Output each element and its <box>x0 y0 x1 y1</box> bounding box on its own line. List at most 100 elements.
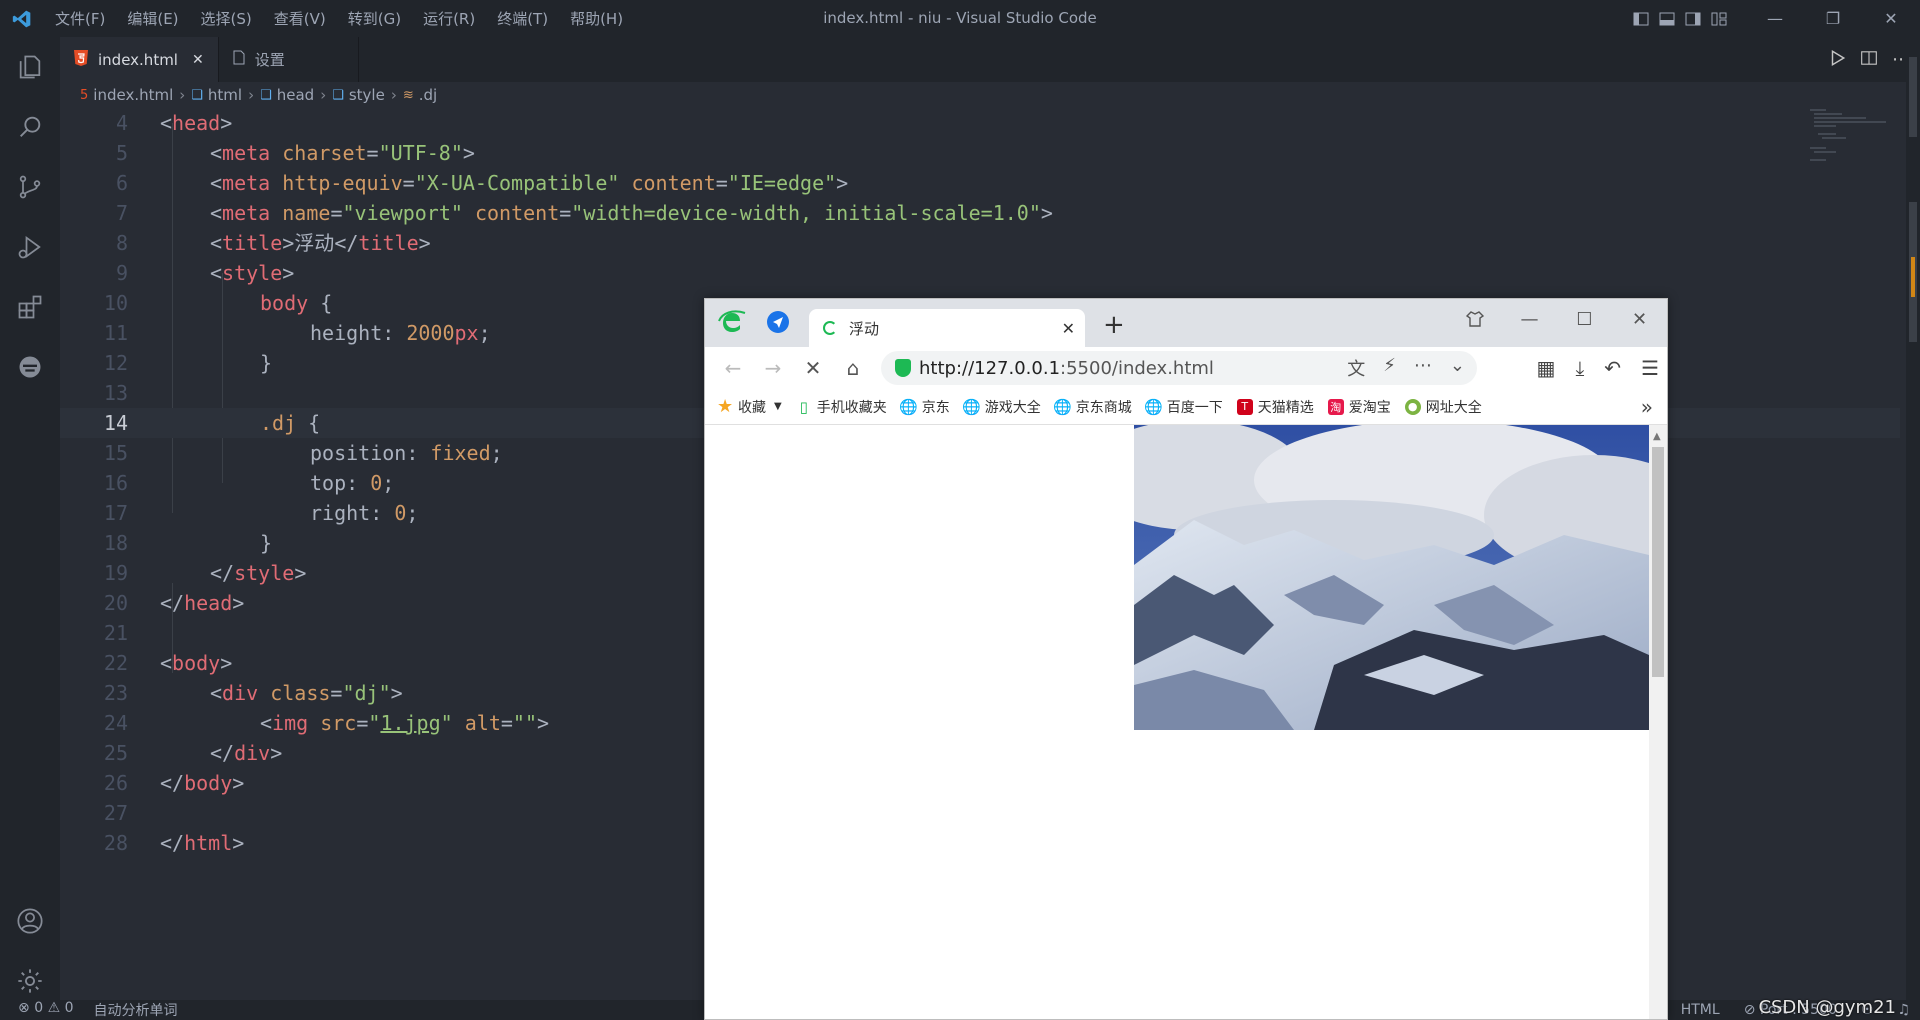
code-line: 7 <meta name="viewport" content="width=de… <box>60 198 1900 228</box>
menu-file[interactable]: 文件(F) <box>44 8 116 29</box>
problems-indicator[interactable]: ⊗ 0 ⚠ 0 <box>18 1000 74 1020</box>
bookmarks-overflow-button[interactable]: » <box>1641 395 1653 419</box>
scrollbar-thumb[interactable] <box>1652 447 1664 677</box>
minimize-button[interactable]: — <box>1746 0 1804 37</box>
chevron-right-icon: › <box>248 86 255 104</box>
menu-selection[interactable]: 选择(S) <box>190 8 263 29</box>
breadcrumb-item[interactable]: index.html <box>93 86 173 104</box>
extensions-icon[interactable] <box>0 277 60 337</box>
minimap[interactable] <box>1806 108 1896 168</box>
language-mode[interactable]: HTML <box>1681 1002 1720 1018</box>
html5-icon: 5 <box>80 87 89 103</box>
translate-icon[interactable]: 文 <box>1347 355 1365 381</box>
browser-tab-title: 浮动 <box>849 319 880 338</box>
bookmark-item[interactable]: ▯ 手机收藏夹 <box>796 397 887 417</box>
back-icon[interactable]: ← <box>713 356 753 380</box>
browser-toolbar: ← → ✕ ⌂ http://127.0.0.1:5500/index.html… <box>705 347 1667 389</box>
browser-tabstrip: 浮动 ✕ + — ☐ ✕ <box>705 299 1667 347</box>
breadcrumb-item[interactable]: style <box>349 86 385 104</box>
browser-window: 浮动 ✕ + — ☐ ✕ ← → ✕ ⌂ http://127.0.0.1:55… <box>704 298 1668 1020</box>
line-number: 4 <box>115 111 128 135</box>
bookmark-favorites[interactable]: ★ 收藏 ▼ <box>717 396 782 417</box>
close-button[interactable]: ✕ <box>1862 0 1920 37</box>
tab-settings[interactable]: 设置 <box>219 37 359 82</box>
toggle-panel-icon[interactable] <box>1654 0 1680 37</box>
search-icon[interactable] <box>0 97 60 157</box>
menu-help[interactable]: 帮助(H) <box>559 8 634 29</box>
source-control-icon[interactable] <box>0 157 60 217</box>
bookmark-item[interactable]: 🌐 京东 <box>899 397 949 417</box>
minimize-button[interactable]: — <box>1502 299 1557 339</box>
url-path: :5500/index.html <box>1060 357 1214 379</box>
download-icon[interactable]: ⤓ <box>1575 356 1584 380</box>
line-number: 21 <box>103 621 128 645</box>
undo-icon[interactable]: ↶ <box>1604 356 1621 380</box>
close-icon[interactable]: ✕ <box>1062 319 1075 338</box>
taobao-icon: 淘 <box>1327 398 1344 415</box>
breadcrumb-item[interactable]: .dj <box>419 86 437 104</box>
url-host: http://127.0.0.1 <box>919 357 1061 379</box>
toggle-secondary-sidebar-icon[interactable] <box>1680 0 1706 37</box>
remote-icon[interactable] <box>0 337 60 397</box>
skin-icon[interactable] <box>1447 299 1502 339</box>
restore-button[interactable]: ❐ <box>1804 0 1862 37</box>
symbol-element-icon: ❑ <box>191 87 203 103</box>
lightning-icon[interactable]: ⚡ <box>1383 355 1396 381</box>
bookmark-item[interactable]: T 天猫精选 <box>1236 397 1314 417</box>
customize-layout-icon[interactable] <box>1706 0 1732 37</box>
bookmark-item[interactable]: 淘爱淘宝 <box>1327 397 1391 417</box>
home-icon[interactable]: ⌂ <box>833 356 873 380</box>
maximize-button[interactable]: ☐ <box>1557 299 1612 339</box>
symbol-class-icon: ≋ <box>402 87 414 103</box>
editor-scrollbar[interactable] <box>1906 37 1920 1005</box>
send-icon[interactable] <box>767 311 789 333</box>
tab-label: index.html <box>98 50 178 69</box>
explorer-icon[interactable] <box>0 37 60 97</box>
stop-icon[interactable]: ✕ <box>793 356 833 380</box>
menu-bar: 文件(F) 编辑(E) 选择(S) 查看(V) 转到(G) 运行(R) 终端(T… <box>44 0 634 37</box>
line-number: 10 <box>103 291 128 315</box>
symbol-element-icon: ❑ <box>260 87 272 103</box>
account-icon[interactable] <box>0 891 60 951</box>
menu-go[interactable]: 转到(G) <box>337 8 412 29</box>
menu-view[interactable]: 查看(V) <box>263 8 337 29</box>
close-button[interactable]: ✕ <box>1612 299 1667 339</box>
line-number: 9 <box>115 261 128 285</box>
bookmark-item[interactable]: ● 网址大全 <box>1404 397 1482 417</box>
vscode-titlebar: 文件(F) 编辑(E) 选择(S) 查看(V) 转到(G) 运行(R) 终端(T… <box>0 0 1920 37</box>
bookmarks-bar: ★ 收藏 ▼ ▯ 手机收藏夹 🌐 京东 🌐 游戏大全 🌐 京东商城 🌐 百度一下 T 天猫精选 … <box>705 389 1667 425</box>
toggle-primary-sidebar-icon[interactable] <box>1628 0 1654 37</box>
code-line: 9 <style> <box>60 258 1900 288</box>
forward-icon[interactable]: → <box>753 356 793 380</box>
page-scrollbar[interactable]: ▲ <box>1649 425 1667 1019</box>
warning-icon: ⚠ <box>47 1000 61 1016</box>
bookmark-item[interactable]: 🌐 京东商城 <box>1053 397 1131 417</box>
chevron-right-icon: › <box>320 86 327 104</box>
browser-tab[interactable]: 浮动 ✕ <box>809 309 1085 347</box>
bookmark-item[interactable]: 🌐 百度一下 <box>1144 397 1222 417</box>
address-bar[interactable]: http://127.0.0.1:5500/index.html 文 ⚡ ⋯ ⌄ <box>881 351 1477 385</box>
line-number: 26 <box>103 771 128 795</box>
chevron-down-icon[interactable]: ⌄ <box>1450 355 1465 381</box>
bookmark-item[interactable]: 🌐 游戏大全 <box>962 397 1040 417</box>
new-tab-button[interactable]: + <box>1103 311 1125 339</box>
breadcrumb-item[interactable]: head <box>277 86 314 104</box>
tab-index-html[interactable]: index.html ✕ <box>60 37 219 82</box>
menu-terminal[interactable]: 终端(T) <box>486 8 559 29</box>
menu-run[interactable]: 运行(R) <box>412 8 486 29</box>
more-icon[interactable]: ⋯ <box>1414 355 1432 381</box>
apps-grid-icon[interactable]: ▦ <box>1537 356 1556 380</box>
line-number: 18 <box>103 531 128 555</box>
scroll-up-icon[interactable]: ▲ <box>1653 431 1661 442</box>
run-debug-icon[interactable] <box>0 217 60 277</box>
menu-icon[interactable]: ☰ <box>1641 356 1659 380</box>
breadcrumb-item[interactable]: html <box>208 86 242 104</box>
close-icon[interactable]: ✕ <box>192 52 204 68</box>
split-editor-icon[interactable] <box>1860 49 1878 71</box>
run-icon[interactable] <box>1828 49 1846 71</box>
line-number: 16 <box>103 471 128 495</box>
file-icon <box>233 50 245 69</box>
notifications-icon[interactable]: ♫ <box>1897 1002 1910 1018</box>
status-extra[interactable]: 自动分析单词 <box>94 1000 178 1020</box>
menu-edit[interactable]: 编辑(E) <box>116 8 189 29</box>
